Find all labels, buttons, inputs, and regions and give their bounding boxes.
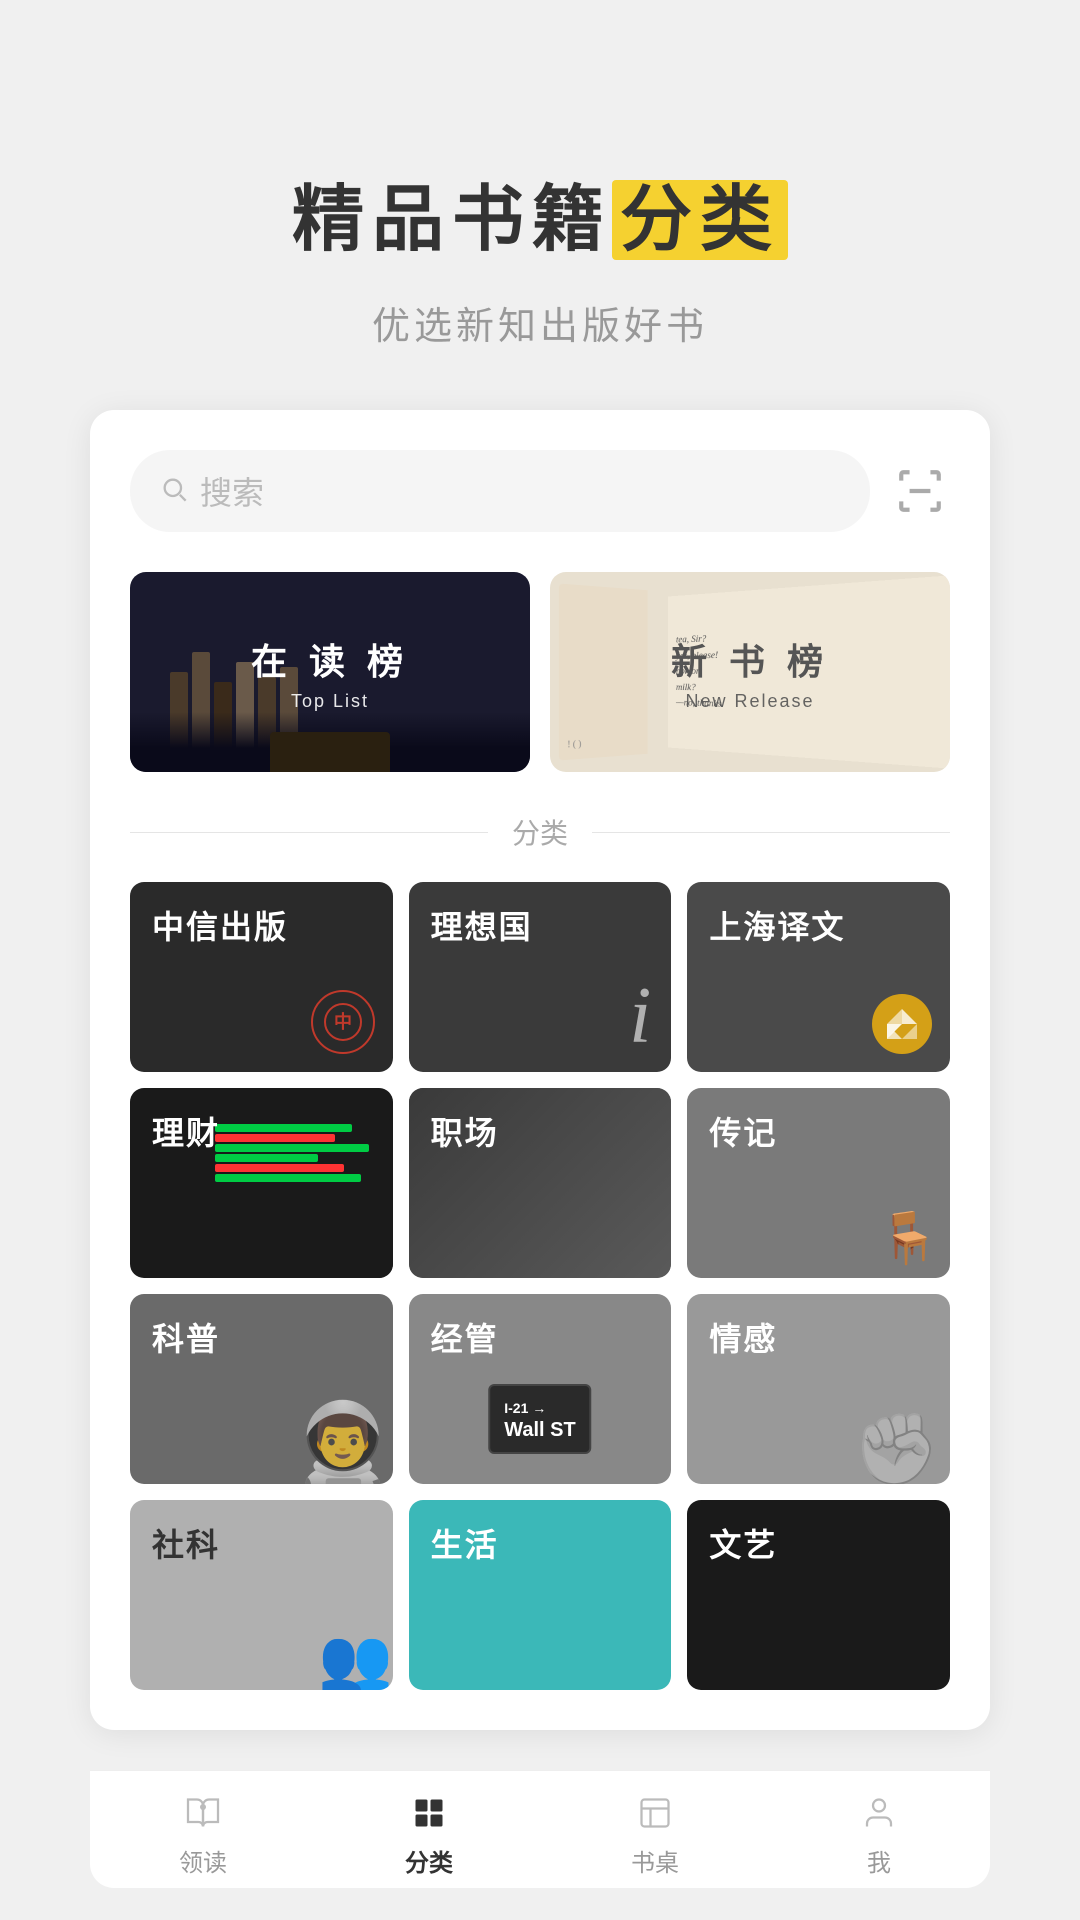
search-input[interactable]: 搜索 (130, 450, 870, 532)
nav-wo[interactable]: 我 (857, 1791, 901, 1878)
svg-text:中: 中 (334, 1011, 352, 1032)
category-shenghuo[interactable]: 生活 (409, 1500, 672, 1690)
category-shanghai[interactable]: 上海译文 (687, 882, 950, 1072)
category-lixiangguo[interactable]: 理想国 i (409, 882, 672, 1072)
search-icon (160, 475, 188, 508)
category-qinggan[interactable]: ✊ 情感 (687, 1294, 950, 1484)
astronaut-decoration: 👨‍🚀 (293, 1404, 393, 1484)
category-label: 分类 (488, 812, 592, 852)
title-highlight: 分类 (612, 180, 788, 260)
category-jingguan[interactable]: I-21 →Wall ST 经管 (409, 1294, 672, 1484)
new-release-content: 新 书 榜 New Release (671, 633, 829, 712)
lingdu-label: 领读 (179, 1843, 227, 1878)
page-header: 精品书籍分类 优选新知出版好书 (252, 0, 828, 410)
nav-shuzuo[interactable]: 书桌 (631, 1791, 679, 1878)
sheke-label: 社科 (152, 1520, 220, 1566)
nav-lingdu[interactable]: 领读 (179, 1791, 227, 1878)
zhongxin-label: 中信出版 (152, 902, 288, 948)
category-kepu[interactable]: 👨‍🚀 科普 (130, 1294, 393, 1484)
citic-logo: 中 (311, 990, 375, 1054)
category-header: 分类 (130, 812, 950, 852)
zhichang-label: 职场 (431, 1108, 499, 1154)
new-release-subtitle: New Release (671, 691, 829, 712)
top-list-title: 在 读 榜 (251, 633, 409, 685)
wo-icon (857, 1791, 901, 1835)
tangram-logo (872, 994, 932, 1054)
fenlei-icon (407, 1791, 451, 1835)
top-cards: 在 读 榜 Top List ! ( ) tea, Sir?yes, pleas… (130, 572, 950, 772)
page-title: 精品书籍分类 (292, 160, 788, 265)
wall-st-sign: I-21 →Wall ST (488, 1384, 591, 1454)
licai-label: 理财 (152, 1108, 220, 1154)
kepu-label: 科普 (152, 1314, 220, 1360)
lingdu-icon (181, 1791, 225, 1835)
category-sheke[interactable]: 👥 社科 (130, 1500, 393, 1690)
wo-label: 我 (867, 1843, 891, 1878)
fist-decoration: ✊ (853, 1414, 940, 1484)
people-decoration: 👥 (318, 1630, 393, 1690)
category-wenyi[interactable]: 文艺 (687, 1500, 950, 1690)
shenghuo-label: 生活 (431, 1520, 499, 1566)
top-list-card[interactable]: 在 读 榜 Top List (130, 572, 530, 772)
bottom-nav-wrap: 领读 分类 书桌 (90, 1770, 990, 1888)
lixiangguo-label: 理想国 (431, 902, 533, 948)
category-zhuanji[interactable]: 🪑 传记 (687, 1088, 950, 1278)
scan-icon[interactable] (890, 461, 950, 521)
shuzuo-label: 书桌 (631, 1843, 679, 1878)
bench-decoration: 🪑 (878, 1209, 940, 1268)
qinggan-label: 情感 (709, 1314, 777, 1360)
shanghai-label: 上海译文 (709, 902, 845, 948)
search-bar: 搜索 (130, 450, 950, 532)
search-placeholder: 搜索 (200, 468, 264, 514)
left-divider (130, 832, 488, 833)
category-grid: 中信出版 中 理想国 i 上海译文 (130, 882, 950, 1690)
italic-i: i (629, 971, 651, 1062)
nav-fenlei[interactable]: 分类 (405, 1791, 453, 1878)
bottom-nav: 领读 分类 书桌 (90, 1770, 990, 1888)
wenyi-label: 文艺 (709, 1520, 777, 1566)
main-card: 搜索 (90, 410, 990, 1730)
top-list-content: 在 读 榜 Top List (251, 633, 409, 712)
page-subtitle: 优选新知出版好书 (292, 295, 788, 350)
category-licai[interactable]: 理财 (130, 1088, 393, 1278)
shuzuo-icon (633, 1791, 677, 1835)
jingguan-label: 经管 (431, 1314, 499, 1360)
category-zhongxin[interactable]: 中信出版 中 (130, 882, 393, 1072)
new-release-card[interactable]: ! ( ) tea, Sir?yes, please!non ormilk?—n… (550, 572, 950, 772)
fenlei-label: 分类 (405, 1843, 453, 1878)
title-main: 精品书籍 (292, 180, 612, 260)
new-release-title: 新 书 榜 (671, 633, 829, 685)
zhuanji-label: 传记 (709, 1108, 777, 1154)
right-divider (592, 832, 950, 833)
top-list-subtitle: Top List (251, 691, 409, 712)
category-zhichang[interactable]: 职场 (409, 1088, 672, 1278)
